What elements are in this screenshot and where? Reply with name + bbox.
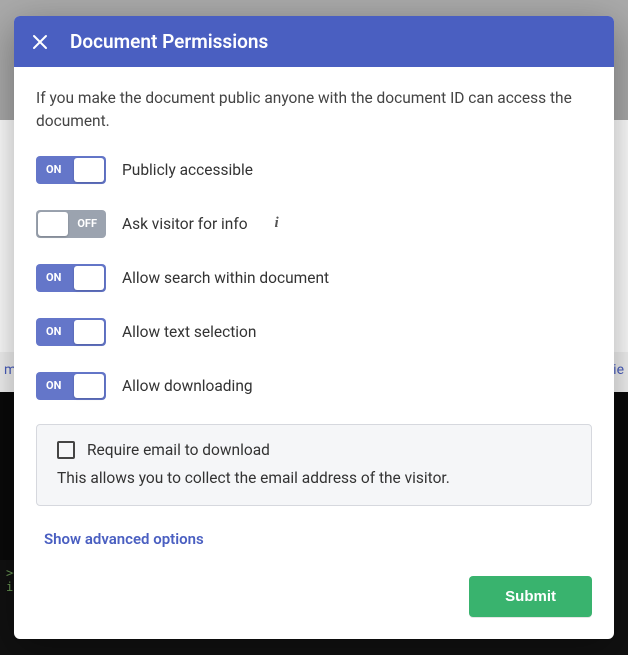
show-advanced-options-link[interactable]: Show advanced options [36, 526, 212, 552]
toggle-state: ON [46, 271, 61, 284]
toggle-allow-text-selection: ON Allow text selection [36, 318, 592, 346]
info-icon[interactable]: i [268, 215, 286, 233]
close-icon[interactable] [30, 32, 50, 52]
toggle-allow-downloading: ON Allow downloading [36, 372, 592, 400]
modal-body: If you make the document public anyone w… [14, 67, 614, 566]
sub-panel-description: This allows you to collect the email add… [57, 469, 571, 487]
toggle-knob [74, 374, 104, 398]
toggle-publicly-accessible: ON Publicly accessible [36, 156, 592, 184]
checkbox-row: Require email to download [57, 441, 571, 459]
toggle-knob [74, 158, 104, 182]
toggle-state: OFF [77, 217, 97, 230]
toggle-knob [74, 266, 104, 290]
toggle-allow-search: ON Allow search within document [36, 264, 592, 292]
toggle-knob [74, 320, 104, 344]
require-email-panel: Require email to download This allows yo… [36, 424, 592, 506]
toggle-switch[interactable]: ON [36, 156, 106, 184]
checkbox-label: Require email to download [87, 441, 270, 459]
modal-footer: Submit [14, 566, 614, 639]
require-email-checkbox[interactable] [57, 441, 75, 459]
toggle-label: Allow text selection [122, 323, 256, 341]
toggle-label: Publicly accessible [122, 161, 253, 179]
submit-button[interactable]: Submit [469, 576, 592, 617]
toggle-switch[interactable]: ON [36, 318, 106, 346]
toggle-switch[interactable]: OFF [36, 210, 106, 238]
toggle-state: ON [46, 325, 61, 338]
modal-description: If you make the document public anyone w… [36, 87, 592, 134]
toggle-state: ON [46, 379, 61, 392]
toggle-switch[interactable]: ON [36, 264, 106, 292]
toggle-label: Allow search within document [122, 269, 329, 287]
modal-header: Document Permissions [14, 16, 614, 67]
toggle-label: Allow downloading [122, 377, 253, 395]
toggle-knob [38, 212, 68, 236]
toggle-switch[interactable]: ON [36, 372, 106, 400]
toggle-label: Ask visitor for info [122, 215, 248, 233]
toggle-ask-visitor-info: OFF Ask visitor for info i [36, 210, 592, 238]
modal-title: Document Permissions [70, 30, 268, 53]
document-permissions-modal: Document Permissions If you make the doc… [14, 16, 614, 639]
toggle-state: ON [46, 163, 61, 176]
